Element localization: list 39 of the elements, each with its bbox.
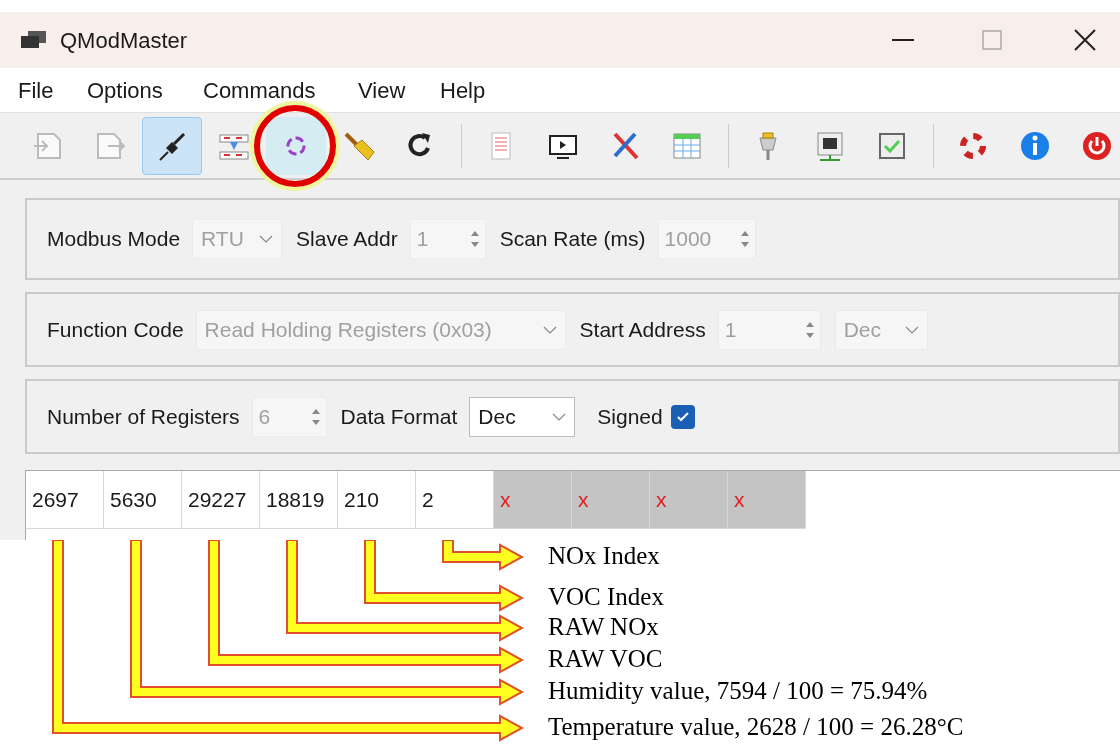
- app-icon: [20, 30, 48, 50]
- field-label: Start Address: [579, 316, 706, 343]
- menu-item[interactable]: View: [358, 77, 406, 103]
- dropdown-caret-icon: [552, 412, 567, 421]
- field-label: Number of Registers: [47, 403, 240, 430]
- register-cell: 5630: [104, 471, 182, 529]
- dropdown-caret-icon: [542, 325, 557, 334]
- register-cell: 2697: [26, 471, 104, 529]
- menu-item[interactable]: File: [18, 77, 54, 103]
- register-cell: 29227: [182, 471, 260, 529]
- annotation-label: Humidity value, 7594 / 100 = 75.94%: [548, 677, 928, 705]
- dropdown-caret-icon: [904, 325, 919, 334]
- toolbar-button[interactable]: [142, 116, 202, 175]
- menu-item[interactable]: Help: [440, 77, 486, 103]
- register-cell: x: [650, 471, 728, 529]
- field-label: Function Code: [47, 316, 184, 343]
- register-cell: x: [728, 471, 806, 529]
- annotation-label: RAW VOC: [548, 645, 663, 673]
- register-cell: x: [494, 471, 572, 529]
- field-label: Slave Addr: [296, 226, 398, 253]
- window-title: QModMaster: [60, 26, 188, 55]
- close-icon[interactable]: [1074, 29, 1096, 51]
- field-label: Data Format: [340, 403, 458, 430]
- annotation-label: RAW NOx: [548, 613, 659, 641]
- field-label: Scan Rate (ms): [499, 226, 646, 253]
- menu-item[interactable]: Options: [87, 77, 163, 103]
- register-cell: x: [572, 471, 650, 529]
- field-label: Modbus Mode: [47, 226, 181, 253]
- minimize-icon[interactable]: [892, 38, 914, 42]
- register-cell: 210: [338, 471, 416, 529]
- annotation-label: VOC Index: [548, 583, 664, 611]
- annotation-label: NOx Index: [548, 542, 660, 570]
- dropdown[interactable]: Dec: [469, 396, 576, 437]
- dropdown-caret-icon: [259, 235, 274, 243]
- register-cell: 2: [416, 471, 494, 529]
- menu-item[interactable]: Commands: [203, 77, 316, 103]
- annotation-label: Temperature value, 2628 / 100 = 26.28°C: [548, 713, 964, 741]
- register-cell: 18819: [260, 471, 338, 529]
- signed-checkbox[interactable]: Signed: [597, 400, 695, 433]
